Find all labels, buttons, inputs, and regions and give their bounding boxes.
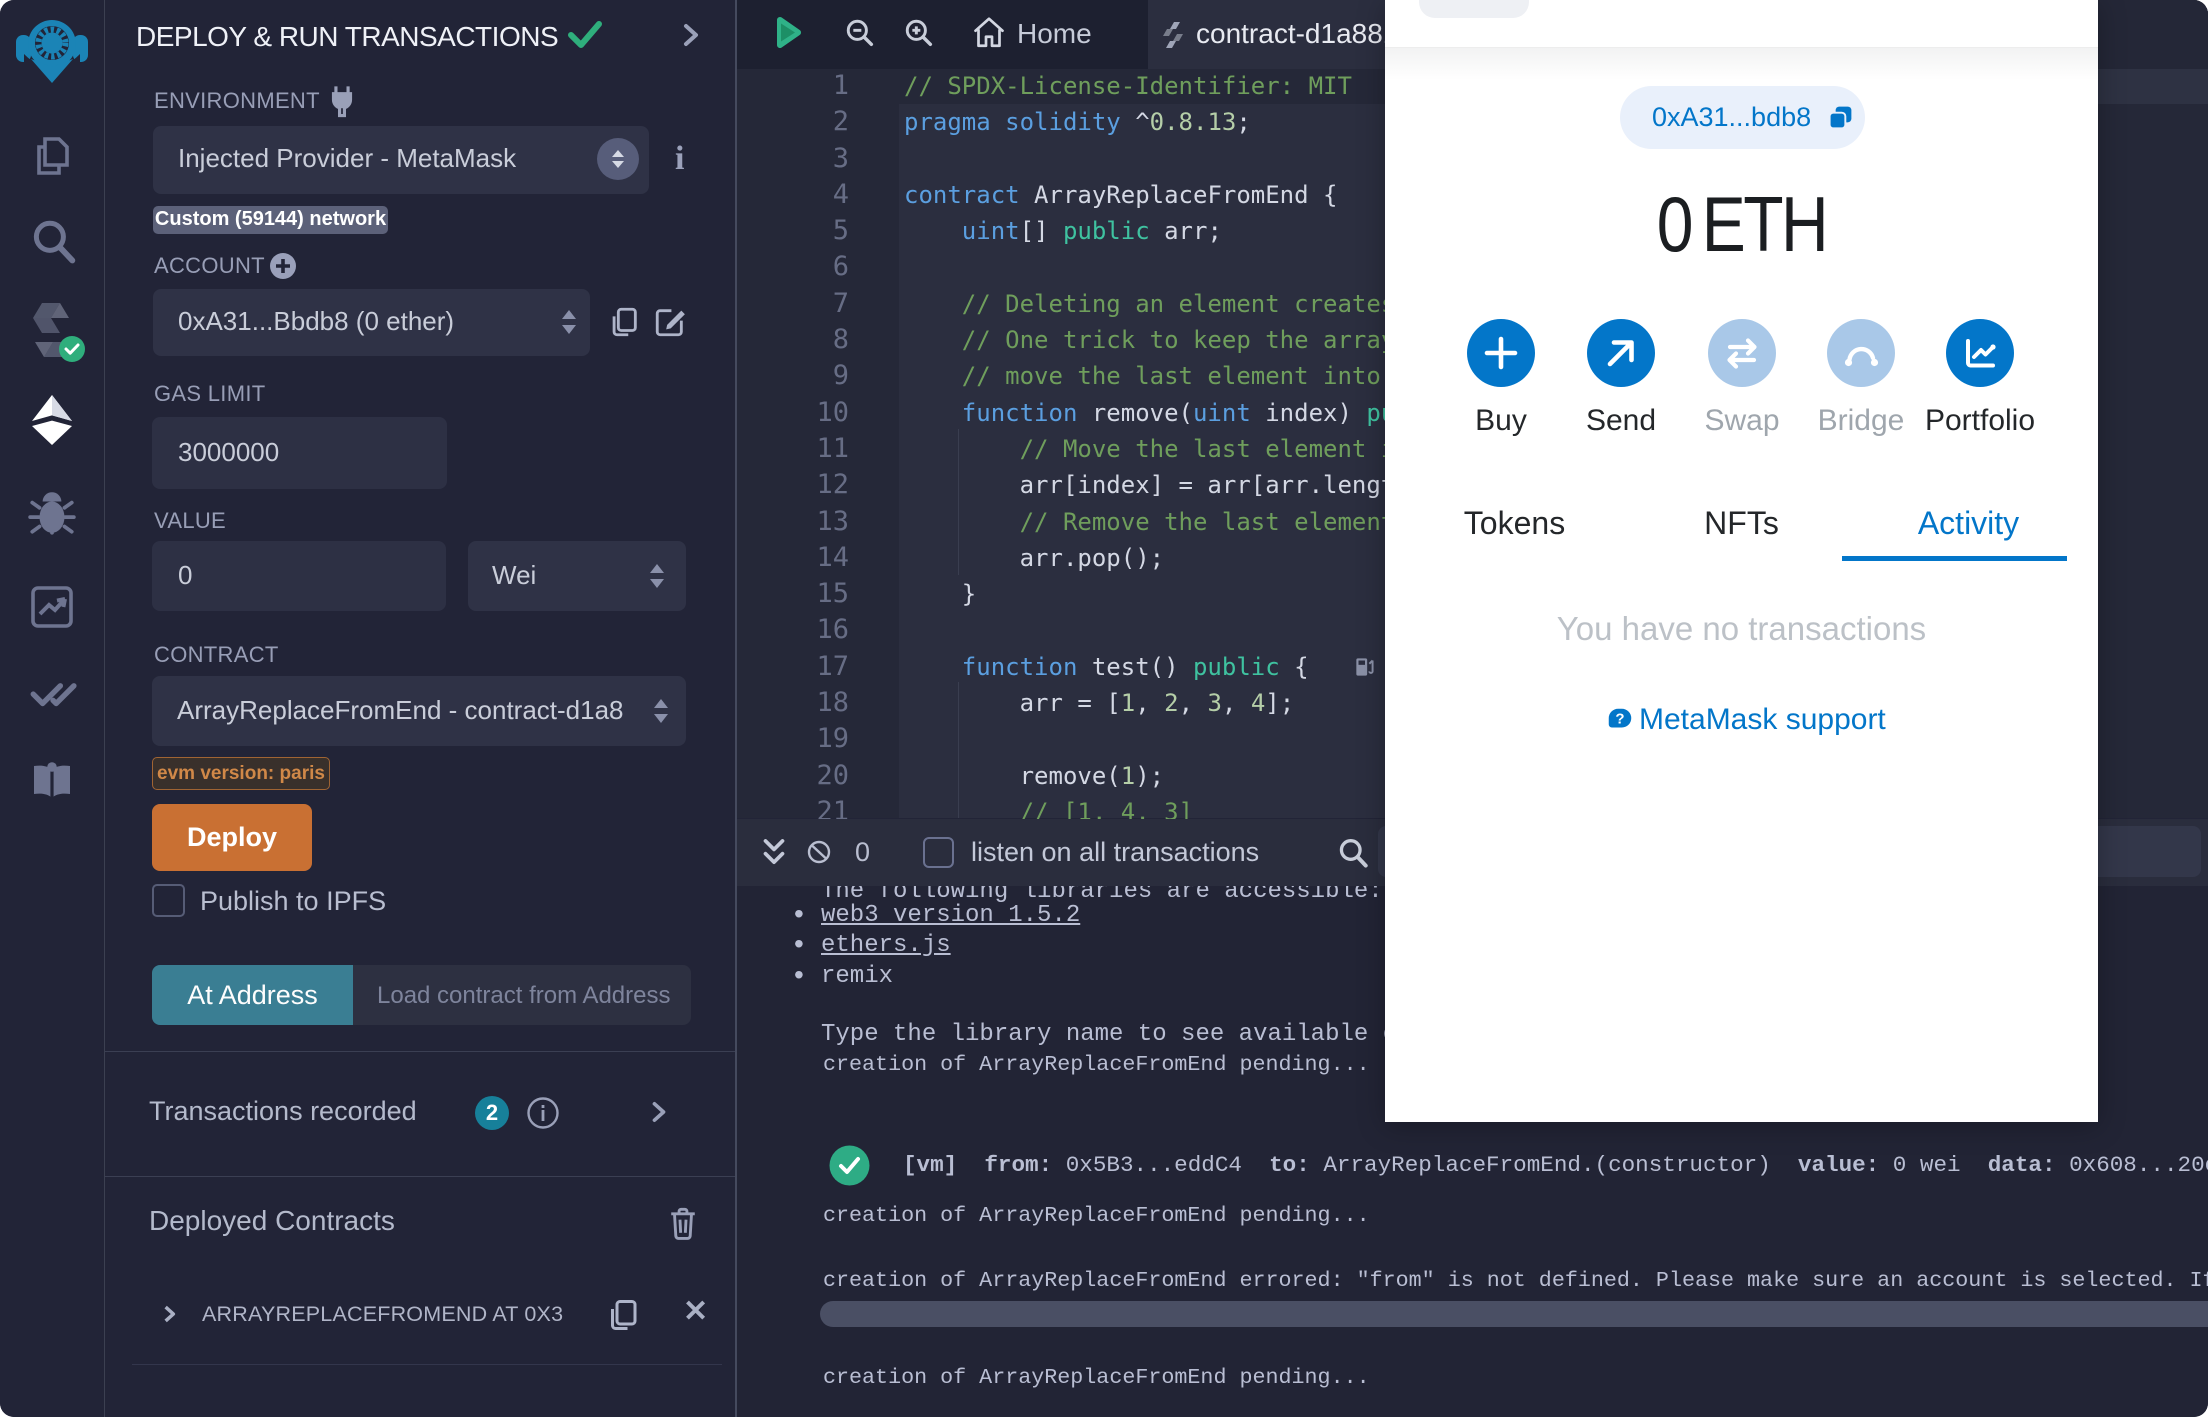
- svg-text:?: ?: [1615, 711, 1624, 728]
